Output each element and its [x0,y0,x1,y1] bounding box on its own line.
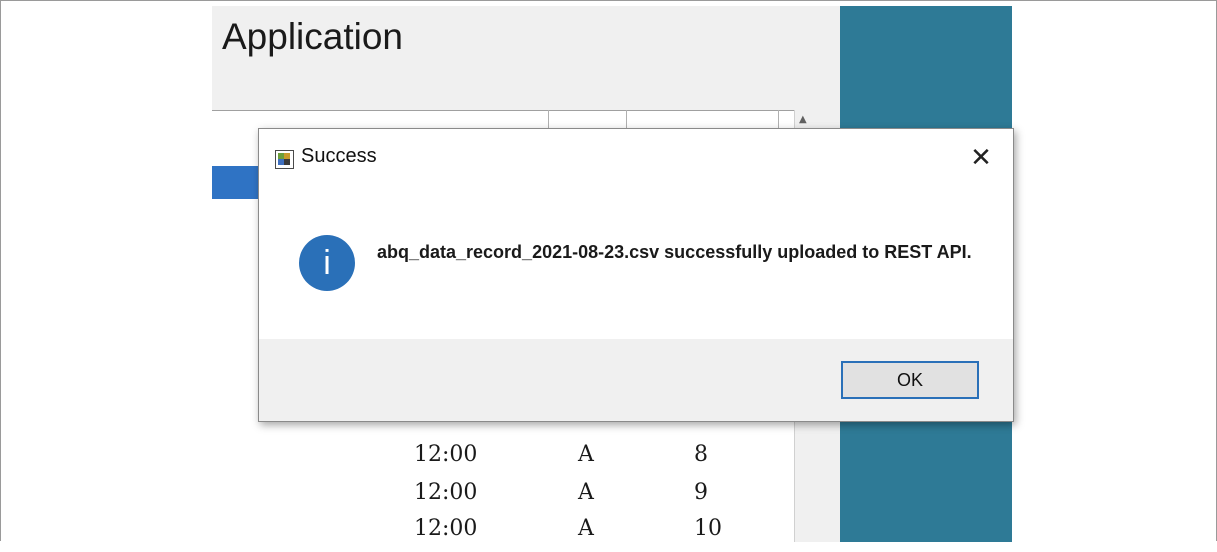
number-cell: 10 [694,516,722,541]
time-cell: 12:00 [414,480,478,505]
group-cell: A [578,480,594,505]
table-row[interactable]: 12:00 A 10 [212,516,722,552]
app-icon [275,150,294,169]
time-cell: 12:00 [414,516,478,541]
group-cell: A [578,516,594,541]
group-cell: A [578,442,594,467]
table-row[interactable]: 12:00 A 9 [212,480,708,516]
number-cell: 9 [694,480,708,505]
info-icon: i [299,235,355,291]
dialog-title: Success [301,145,377,167]
time-cell: 12:00 [414,442,478,467]
table-row[interactable]: 12:00 A 8 [212,442,708,478]
dialog-footer: OK [259,339,1013,421]
dialog-message: abq_data_record_2021-08-23.csv successfu… [377,242,972,262]
close-icon[interactable]: ✕ [963,141,999,175]
ok-button[interactable]: OK [841,361,979,399]
number-cell: 8 [694,442,708,467]
success-dialog: Success ✕ i abq_data_record_2021-08-23.c… [258,128,1014,422]
scroll-up-arrow-icon[interactable]: ▲ [799,114,807,125]
